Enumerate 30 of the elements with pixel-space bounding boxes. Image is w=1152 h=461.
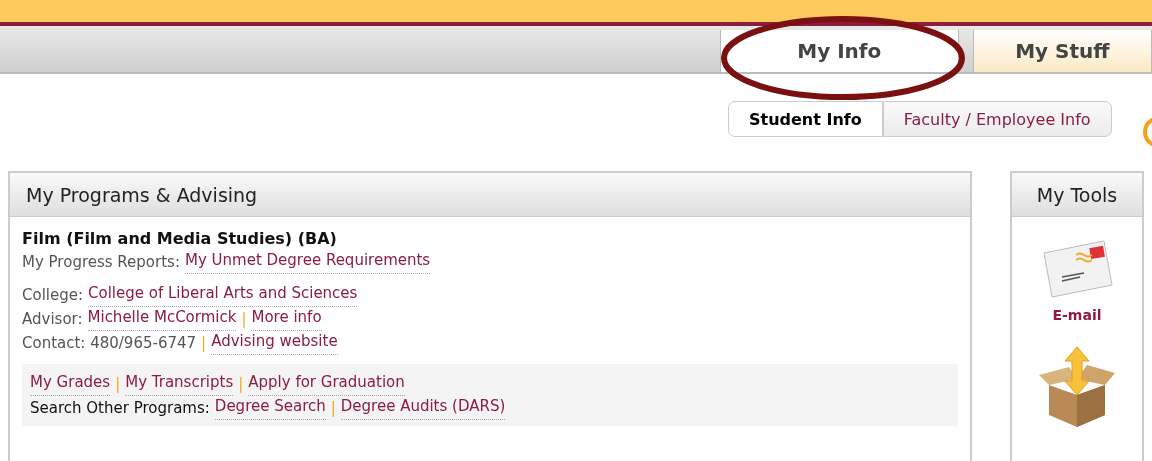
tab[interactable]: My Stuff	[972, 30, 1152, 72]
envelope-icon[interactable]	[1040, 239, 1114, 299]
separator: |	[115, 374, 121, 395]
link[interactable]: Degree Search	[214, 396, 326, 420]
label: My Progress Reports:	[22, 252, 180, 273]
link[interactable]: My Unmet Degree Requirements	[184, 250, 431, 274]
subtab[interactable]: Student Info	[728, 101, 883, 137]
tab[interactable]: My Info	[720, 30, 959, 72]
link[interactable]: My Grades	[30, 372, 111, 396]
label: Contact: 480/965-6747	[22, 333, 197, 354]
program-name: Film (Film and Media Studies) (BA)	[22, 229, 338, 248]
separator: |	[330, 398, 336, 419]
panel-title: My Tools	[1012, 173, 1142, 217]
link[interactable]: Apply for Graduation	[248, 372, 405, 396]
link[interactable]: My Transcripts	[125, 372, 234, 396]
label: Advisor:	[22, 309, 83, 330]
link[interactable]: Advising website	[211, 331, 338, 355]
panel-title: My Programs & Advising	[10, 173, 970, 217]
separator: |	[241, 309, 247, 330]
link[interactable]: More info	[251, 307, 322, 331]
link[interactable]: Michelle McCormick	[87, 307, 237, 331]
link[interactable]: Degree Audits (DARS)	[340, 396, 506, 420]
link[interactable]: College of Liberal Arts and Sciences	[88, 283, 358, 307]
tool-link[interactable]: E-mail	[1052, 307, 1102, 323]
subtab[interactable]: Faculty / Employee Info	[882, 101, 1112, 137]
label: Search Other Programs:	[30, 398, 210, 419]
box-icon[interactable]	[1039, 345, 1115, 429]
separator: |	[201, 333, 207, 354]
label: College:	[22, 285, 84, 306]
separator: |	[238, 374, 244, 395]
